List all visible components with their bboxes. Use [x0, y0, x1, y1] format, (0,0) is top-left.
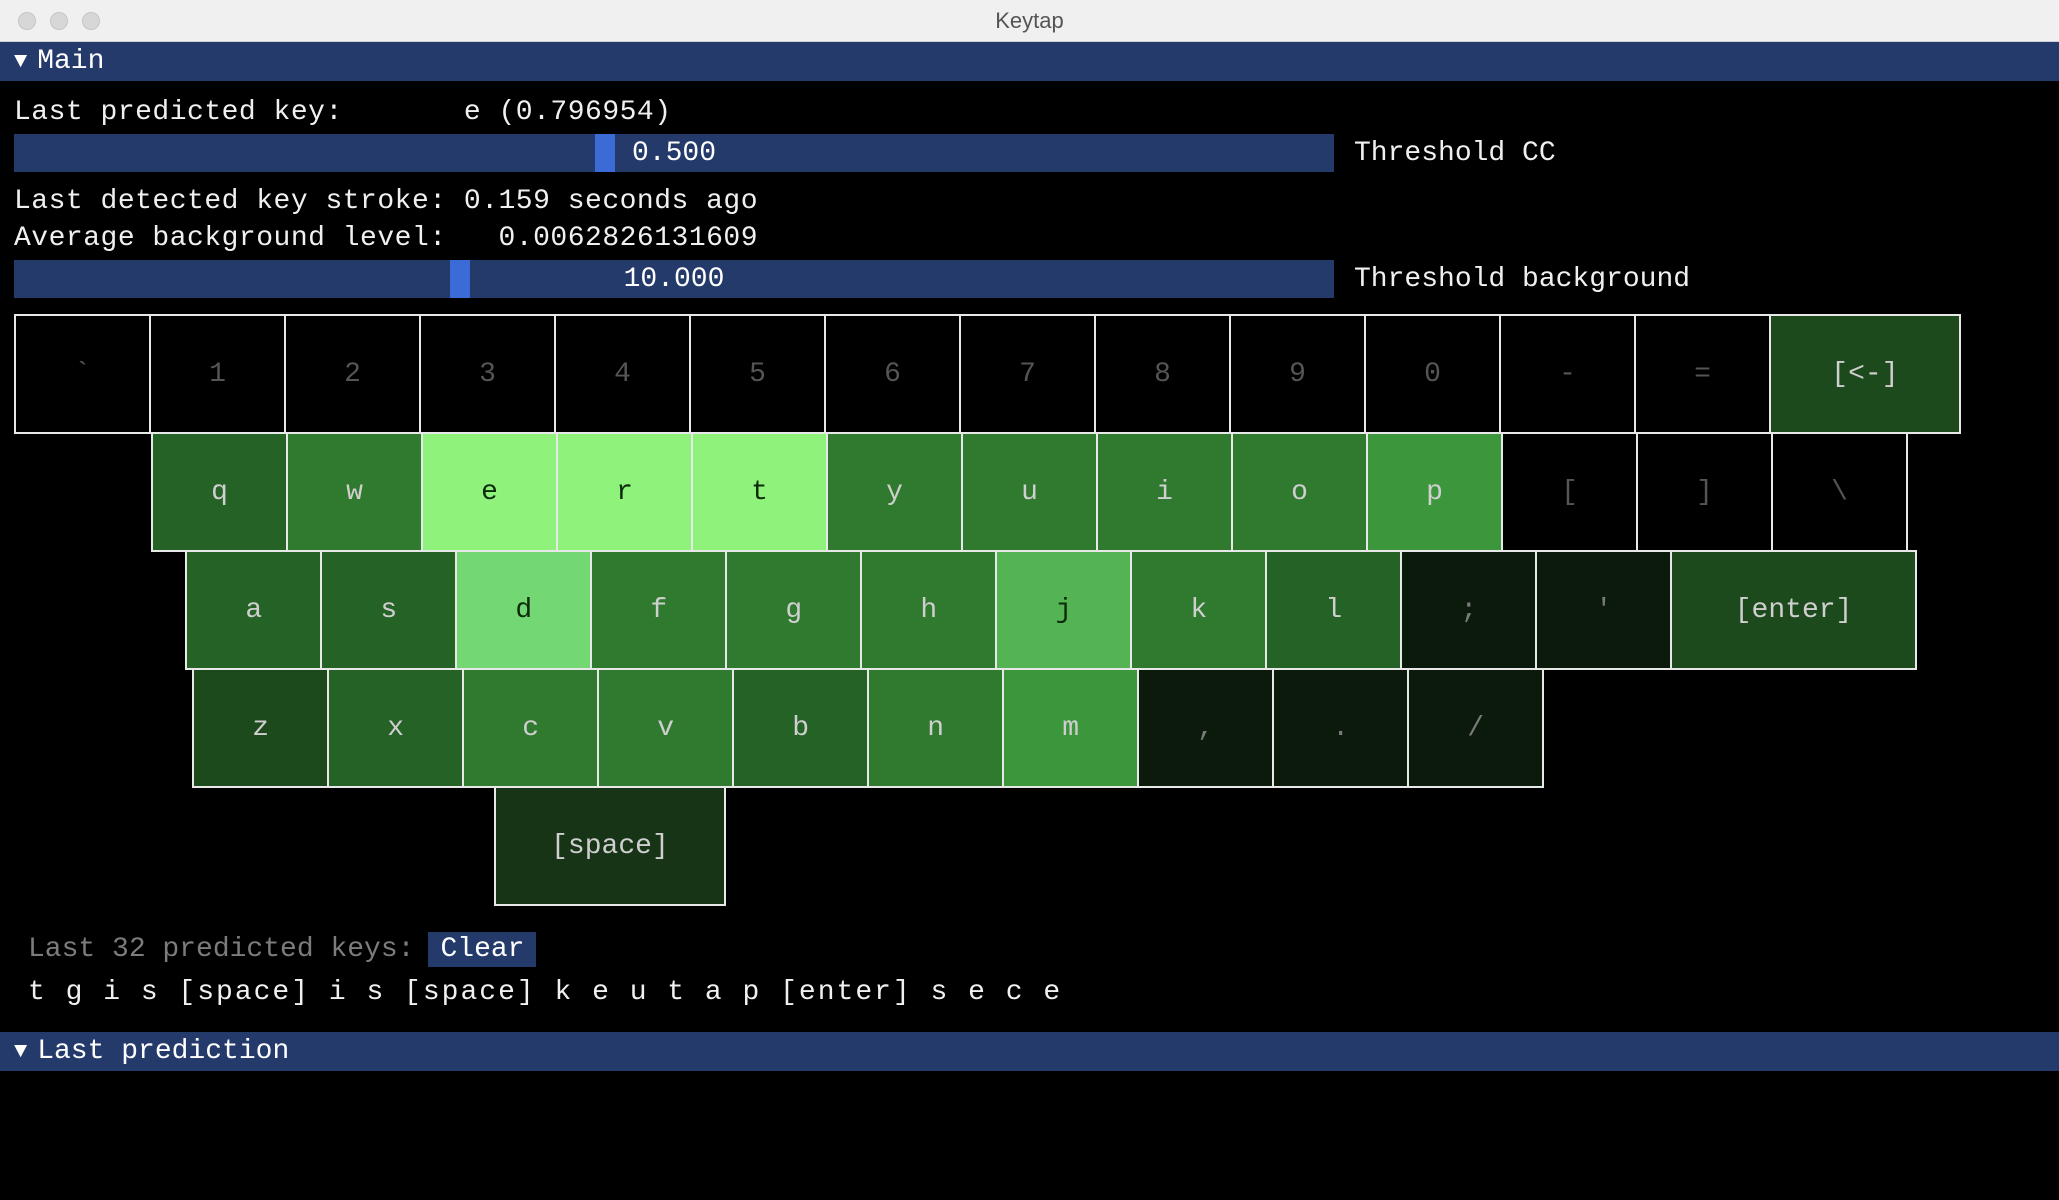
key-[interactable]: ': [1535, 550, 1672, 670]
key-y[interactable]: y: [826, 432, 963, 552]
key-[interactable]: \: [1771, 432, 1908, 552]
last-prediction-title: Last prediction: [37, 1036, 289, 1067]
key-5[interactable]: 5: [689, 314, 826, 434]
key-h[interactable]: h: [860, 550, 997, 670]
threshold-cc-label: Threshold CC: [1354, 138, 1556, 169]
threshold-cc-slider[interactable]: 0.500: [14, 134, 1334, 172]
key-6[interactable]: 6: [824, 314, 961, 434]
threshold-bg-row: 10.000 Threshold background: [14, 260, 2045, 298]
key-e[interactable]: e: [421, 432, 558, 552]
key-[interactable]: `: [14, 314, 151, 434]
key-j[interactable]: j: [995, 550, 1132, 670]
last-predicted-key-label: Last predicted key:: [14, 97, 343, 128]
keyboard-row: zxcvbnm,./: [192, 668, 2045, 788]
keyboard-row: asdfghjkl;'[enter]: [185, 550, 2045, 670]
keyboard-row: [space]: [494, 786, 2046, 906]
threshold-cc-thumb[interactable]: [595, 134, 615, 172]
key-8[interactable]: 8: [1094, 314, 1231, 434]
virtual-keyboard: `1234567890-=[<-]qwertyuiop[]\asdfghjkl;…: [14, 314, 2045, 906]
key-space[interactable]: [space]: [494, 786, 727, 906]
window-titlebar: Keytap: [0, 0, 2059, 42]
key-[interactable]: ,: [1137, 668, 1274, 788]
key-s[interactable]: s: [320, 550, 457, 670]
key-c[interactable]: c: [462, 668, 599, 788]
key-l[interactable]: l: [1265, 550, 1402, 670]
last-detected-label: Last detected key stroke:: [14, 186, 447, 217]
key-0[interactable]: 0: [1364, 314, 1501, 434]
key-3[interactable]: 3: [419, 314, 556, 434]
key-p[interactable]: p: [1366, 432, 1503, 552]
main-section-title: Main: [37, 46, 104, 77]
history-label: Last 32 predicted keys:: [28, 934, 414, 965]
clear-button[interactable]: Clear: [428, 932, 536, 967]
last-detected-line: Last detected key stroke: 0.159 seconds …: [14, 186, 2045, 217]
key-[interactable]: /: [1407, 668, 1544, 788]
key-[interactable]: [: [1501, 432, 1638, 552]
key-w[interactable]: w: [286, 432, 423, 552]
key-v[interactable]: v: [597, 668, 734, 788]
key-1[interactable]: 1: [149, 314, 286, 434]
key-r[interactable]: r: [556, 432, 693, 552]
key-q[interactable]: q: [151, 432, 288, 552]
threshold-bg-label: Threshold background: [1354, 264, 1690, 295]
key-x[interactable]: x: [327, 668, 464, 788]
threshold-bg-value: 10.000: [624, 264, 725, 295]
key-[interactable]: [<-]: [1769, 314, 1961, 434]
key-f[interactable]: f: [590, 550, 727, 670]
chevron-down-icon: ▼: [14, 49, 27, 74]
key-d[interactable]: d: [455, 550, 592, 670]
keyboard-row: qwertyuiop[]\: [151, 432, 2045, 552]
threshold-cc-row: 0.500 Threshold CC: [14, 134, 2045, 172]
chevron-down-icon: ▼: [14, 1039, 27, 1064]
key-[interactable]: ;: [1400, 550, 1537, 670]
main-section-content: Last predicted key: e (0.796954) 0.500 T…: [0, 81, 2059, 1020]
key-[interactable]: -: [1499, 314, 1636, 434]
key-k[interactable]: k: [1130, 550, 1267, 670]
last-prediction-section-header[interactable]: ▼ Last prediction: [0, 1032, 2059, 1071]
history-text: t g i s [space] i s [space] k e u t a p …: [28, 977, 2031, 1008]
avg-bg-label: Average background level:: [14, 223, 447, 254]
app-body: ▼ Main Last predicted key: e (0.796954) …: [0, 42, 2059, 1200]
threshold-bg-thumb[interactable]: [450, 260, 470, 298]
key-9[interactable]: 9: [1229, 314, 1366, 434]
key-[interactable]: ]: [1636, 432, 1773, 552]
main-section-header[interactable]: ▼ Main: [0, 42, 2059, 81]
key-[interactable]: .: [1272, 668, 1409, 788]
key-[interactable]: =: [1634, 314, 1771, 434]
key-7[interactable]: 7: [959, 314, 1096, 434]
last-predicted-key-line: Last predicted key: e (0.796954): [14, 97, 2045, 128]
history-footer: Last 32 predicted keys: Clear t g i s [s…: [14, 906, 2045, 1016]
last-detected-value: 0.159 seconds ago: [464, 186, 758, 217]
key-a[interactable]: a: [185, 550, 322, 670]
key-i[interactable]: i: [1096, 432, 1233, 552]
key-2[interactable]: 2: [284, 314, 421, 434]
key-o[interactable]: o: [1231, 432, 1368, 552]
threshold-cc-value: 0.500: [632, 138, 716, 169]
key-m[interactable]: m: [1002, 668, 1139, 788]
avg-bg-value: 0.0062826131609: [499, 223, 759, 254]
key-b[interactable]: b: [732, 668, 869, 788]
key-n[interactable]: n: [867, 668, 1004, 788]
key-t[interactable]: t: [691, 432, 828, 552]
key-g[interactable]: g: [725, 550, 862, 670]
key-4[interactable]: 4: [554, 314, 691, 434]
key-enter[interactable]: [enter]: [1670, 550, 1917, 670]
keyboard-row: `1234567890-=[<-]: [14, 314, 2045, 434]
key-z[interactable]: z: [192, 668, 329, 788]
window-title: Keytap: [0, 8, 2059, 34]
key-u[interactable]: u: [961, 432, 1098, 552]
last-predicted-key-value: e (0.796954): [464, 97, 672, 128]
threshold-bg-slider[interactable]: 10.000: [14, 260, 1334, 298]
avg-bg-line: Average background level: 0.006282613160…: [14, 223, 2045, 254]
